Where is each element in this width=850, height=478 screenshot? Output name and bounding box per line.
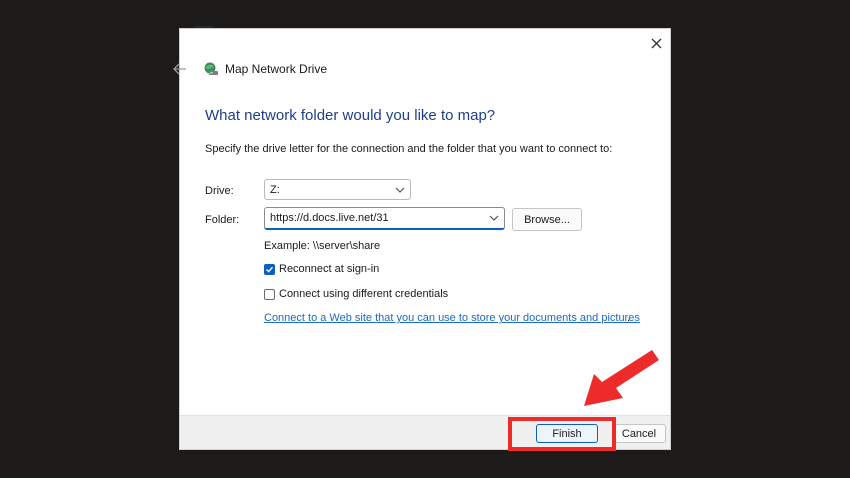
- network-drive-icon: [204, 62, 218, 75]
- back-arrow-icon[interactable]: [172, 62, 188, 76]
- dialog-title: Map Network Drive: [225, 62, 328, 76]
- example-text: Example: \\server\share: [264, 240, 381, 252]
- page-heading: What network folder would you like to ma…: [205, 107, 496, 124]
- cancel-button[interactable]: Cancel: [612, 424, 666, 443]
- reconnect-option[interactable]: Reconnect at sign-in: [264, 263, 379, 275]
- close-icon: [651, 38, 661, 48]
- reconnect-label: Reconnect at sign-in: [279, 263, 380, 275]
- checkmark-icon: [266, 266, 274, 273]
- close-button[interactable]: [646, 33, 666, 53]
- folder-input-value: https://d.docs.live.net/31: [270, 212, 389, 224]
- folder-input[interactable]: https://d.docs.live.net/31: [264, 207, 505, 230]
- credentials-checkbox[interactable]: [264, 288, 275, 300]
- pointer-arrow-icon: [584, 350, 659, 406]
- instruction-text: Specify the drive letter for the connect…: [205, 143, 613, 155]
- credentials-option[interactable]: Connect using different credentials: [264, 288, 448, 300]
- chevron-down-icon: [489, 215, 499, 221]
- drive-select-value: Z:: [270, 183, 280, 196]
- browse-button[interactable]: Browse...: [512, 208, 582, 231]
- drive-select[interactable]: Z:: [264, 179, 411, 200]
- dialog-title-row: Map Network Drive: [203, 61, 327, 77]
- credentials-label: Connect using different credentials: [279, 288, 449, 300]
- link-period: .: [627, 312, 631, 324]
- chevron-down-icon: [395, 187, 405, 193]
- folder-label: Folder:: [205, 214, 240, 226]
- reconnect-checkbox[interactable]: [264, 263, 275, 275]
- web-site-link[interactable]: Connect to a Web site that you can use t…: [264, 312, 640, 324]
- finish-highlight-box: [508, 417, 616, 451]
- drive-label: Drive:: [205, 185, 234, 197]
- screen-background: Map Network Drive What network folder wo…: [0, 0, 850, 478]
